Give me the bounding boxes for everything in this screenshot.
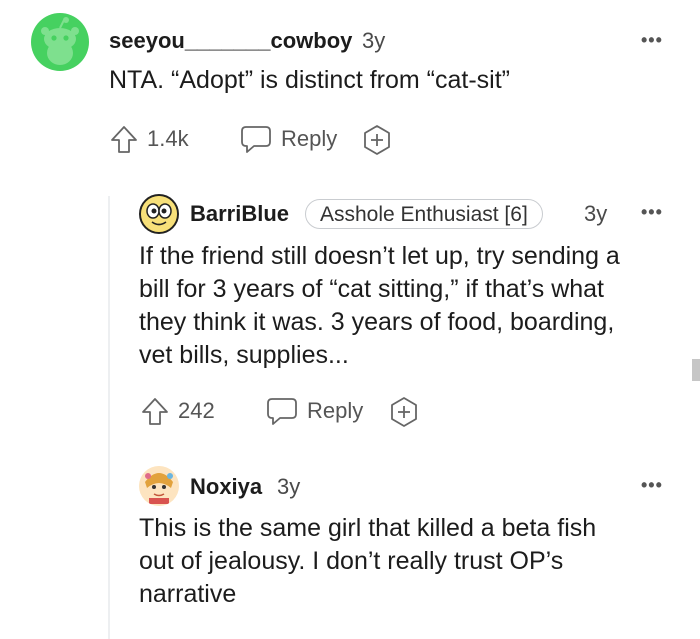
award-button[interactable] — [361, 124, 393, 156]
comment-body-line: out of jealousy. I don’t really trust OP… — [139, 547, 564, 575]
more-options-button[interactable]: ••• — [641, 31, 663, 49]
avatar[interactable] — [31, 13, 89, 71]
avatar-image-icon — [139, 466, 179, 506]
comment-body-line: This is the same girl that killed a beta… — [139, 514, 597, 542]
reply-label: Reply — [307, 398, 364, 423]
more-options-button[interactable]: ••• — [641, 476, 663, 494]
comment-body-line: narrative — [139, 580, 237, 608]
comment-username[interactable]: BarriBlue — [190, 201, 289, 227]
comment-age: 3y — [584, 201, 608, 226]
comment-age: 3y — [362, 28, 386, 53]
upvote-button[interactable]: 1.4k — [109, 124, 189, 154]
award-button[interactable] — [388, 396, 420, 428]
reply-button[interactable]: Reply — [240, 124, 337, 154]
upvote-arrow-icon — [142, 398, 168, 425]
award-plus-icon — [364, 125, 390, 155]
upvote-count: 1.4k — [147, 126, 189, 151]
thread-line — [108, 196, 110, 639]
reply-bubble-icon — [241, 126, 271, 153]
upvote-count: 242 — [178, 398, 215, 423]
comment-body: NTA. “Adopt” is distinct from “cat-sit” — [109, 66, 510, 94]
snoo-icon — [41, 17, 79, 65]
comment-username[interactable]: seeyou_______cowboy — [109, 28, 352, 54]
user-flair-badge: Asshole Enthusiast [6] — [305, 199, 543, 229]
upvote-arrow-icon — [111, 126, 137, 153]
avatar-image-icon — [141, 196, 177, 232]
more-options-button[interactable]: ••• — [641, 203, 663, 221]
comment-age: 3y — [277, 474, 301, 499]
comment-body-line: If the friend still doesn’t let up, try … — [139, 242, 620, 270]
avatar[interactable] — [139, 194, 179, 234]
comment-body-line: bill for 3 years of “cat sitting,” if th… — [139, 275, 605, 303]
scrollbar-thumb[interactable] — [692, 359, 700, 381]
award-plus-icon — [391, 397, 417, 427]
comment-body-line: vet bills, supplies... — [139, 341, 349, 369]
upvote-button[interactable]: 242 — [140, 396, 215, 426]
avatar[interactable] — [139, 466, 179, 506]
reply-button[interactable]: Reply — [266, 396, 363, 426]
comment-body-line: they think it was. 3 years of food, boar… — [139, 308, 615, 336]
comment-username[interactable]: Noxiya — [190, 474, 262, 500]
reply-label: Reply — [281, 126, 338, 151]
reply-bubble-icon — [267, 398, 297, 425]
